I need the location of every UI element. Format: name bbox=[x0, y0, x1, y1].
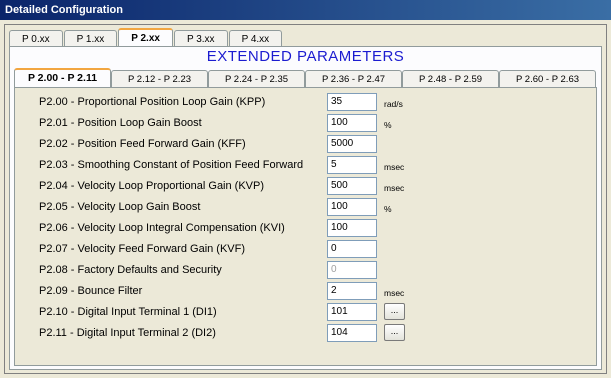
param-row-p2-10: P2.10 - Digital Input Terminal 1 (DI1) 1… bbox=[15, 303, 595, 323]
param-field-p2-05[interactable]: 100 bbox=[327, 198, 377, 216]
param-label: P2.03 - Smoothing Constant of Position F… bbox=[39, 159, 304, 171]
param-row-p2-00: P2.00 - Proportional Position Loop Gain … bbox=[15, 93, 595, 113]
param-label: P2.05 - Velocity Loop Gain Boost bbox=[39, 201, 201, 213]
param-field-p2-07[interactable]: 0 bbox=[327, 240, 377, 258]
param-label: P2.02 - Position Feed Forward Gain (KFF) bbox=[39, 138, 246, 150]
browse-button-di1[interactable]: ... bbox=[384, 303, 405, 320]
param-field-p2-08: 0 bbox=[327, 261, 377, 279]
config-frame: P 0.xx P 1.xx P 2.xx P 3.xx P 4.xx EXTEN… bbox=[4, 24, 607, 374]
param-row-p2-03: P2.03 - Smoothing Constant of Position F… bbox=[15, 156, 595, 176]
param-field-p2-09[interactable]: 2 bbox=[327, 282, 377, 300]
param-unit: msec bbox=[384, 183, 405, 193]
param-field-p2-10[interactable]: 101 bbox=[327, 303, 377, 321]
param-label: P2.00 - Proportional Position Loop Gain … bbox=[39, 96, 266, 108]
param-row-p2-08: P2.08 - Factory Defaults and Security 0 bbox=[15, 261, 595, 281]
param-row-p2-07: P2.07 - Velocity Feed Forward Gain (KVF)… bbox=[15, 240, 595, 260]
param-label: P2.01 - Position Loop Gain Boost bbox=[39, 117, 202, 129]
param-label: P2.07 - Velocity Feed Forward Gain (KVF) bbox=[39, 243, 246, 255]
subtab-p2-36[interactable]: P 2.36 - P 2.47 bbox=[305, 70, 402, 87]
param-label: P2.10 - Digital Input Terminal 1 (DI1) bbox=[39, 306, 217, 318]
param-unit: msec bbox=[384, 162, 405, 172]
param-row-p2-02: P2.02 - Position Feed Forward Gain (KFF)… bbox=[15, 135, 595, 155]
param-field-p2-01[interactable]: 100 bbox=[327, 114, 377, 132]
param-label: P2.06 - Velocity Loop Integral Compensat… bbox=[39, 222, 285, 234]
param-field-p2-04[interactable]: 500 bbox=[327, 177, 377, 195]
param-label: P2.08 - Factory Defaults and Security bbox=[39, 264, 222, 276]
param-unit: msec bbox=[384, 288, 405, 298]
param-unit: % bbox=[384, 120, 392, 130]
param-label: P2.11 - Digital Input Terminal 2 (DI2) bbox=[39, 327, 216, 339]
param-field-p2-03[interactable]: 5 bbox=[327, 156, 377, 174]
subtab-p2-48[interactable]: P 2.48 - P 2.59 bbox=[402, 70, 499, 87]
subtab-p2-00[interactable]: P 2.00 - P 2.11 bbox=[14, 68, 111, 87]
browse-button-di2[interactable]: ... bbox=[384, 324, 405, 341]
sub-tab-bar: P 2.00 - P 2.11 P 2.12 - P 2.23 P 2.24 -… bbox=[14, 68, 596, 87]
param-row-p2-06: P2.06 - Velocity Loop Integral Compensat… bbox=[15, 219, 595, 239]
param-unit: % bbox=[384, 204, 392, 214]
subtab-p2-12[interactable]: P 2.12 - P 2.23 bbox=[111, 70, 208, 87]
param-row-p2-05: P2.05 - Velocity Loop Gain Boost 100 % bbox=[15, 198, 595, 218]
section-heading: EXTENDED PARAMETERS bbox=[206, 48, 405, 65]
param-unit: rad/s bbox=[384, 99, 403, 109]
param-label: P2.04 - Velocity Loop Proportional Gain … bbox=[39, 180, 265, 192]
tab-panel: EXTENDED PARAMETERS P 2.00 - P 2.11 P 2.… bbox=[9, 46, 602, 370]
param-label: P2.09 - Bounce Filter bbox=[39, 285, 143, 297]
subtab-p2-24[interactable]: P 2.24 - P 2.35 bbox=[208, 70, 305, 87]
param-field-p2-02[interactable]: 5000 bbox=[327, 135, 377, 153]
param-row-p2-09: P2.09 - Bounce Filter 2 msec bbox=[15, 282, 595, 302]
param-field-p2-11[interactable]: 104 bbox=[327, 324, 377, 342]
subtab-p2-60[interactable]: P 2.60 - P 2.63 bbox=[499, 70, 596, 87]
parameter-list: P2.00 - Proportional Position Loop Gain … bbox=[14, 87, 597, 366]
param-field-p2-06[interactable]: 100 bbox=[327, 219, 377, 237]
param-row-p2-04: P2.04 - Velocity Loop Proportional Gain … bbox=[15, 177, 595, 197]
param-row-p2-11: P2.11 - Digital Input Terminal 2 (DI2) 1… bbox=[15, 324, 595, 344]
param-field-p2-00[interactable]: 35 bbox=[327, 93, 377, 111]
window-title: Detailed Configuration bbox=[0, 0, 611, 20]
param-row-p2-01: P2.01 - Position Loop Gain Boost 100 % bbox=[15, 114, 595, 134]
